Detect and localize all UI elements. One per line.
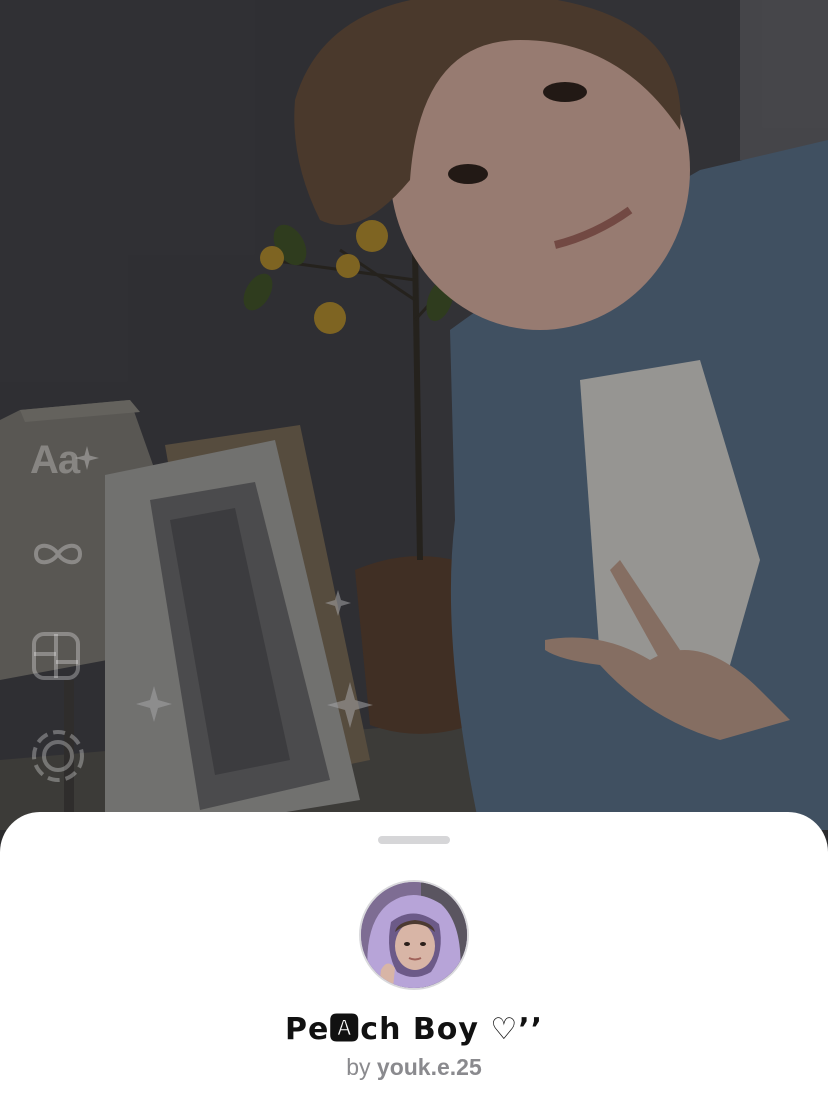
sheet-grabber-handle[interactable]: [378, 836, 450, 844]
avatar-photo: [361, 882, 467, 988]
infinity-icon: [33, 543, 83, 565]
capture-mode-button[interactable]: [30, 726, 110, 786]
scene-dim-overlay: [0, 0, 828, 830]
text-icon: Aa: [30, 437, 80, 482]
dashed-circle-icon: [32, 730, 84, 782]
effect-creator: by youk.e.25: [0, 1054, 828, 1081]
sparkle-icon: [75, 446, 100, 470]
text-tool-button[interactable]: Aa: [30, 430, 110, 490]
creator-handle-link[interactable]: youk.e.25: [377, 1054, 482, 1080]
creator-prefix: by: [346, 1054, 371, 1080]
layout-grid-icon: [32, 632, 80, 680]
effect-info-sheet: Pe🅰ch Boy ♡’’ by youk.e.25: [0, 812, 828, 1104]
creator-avatar[interactable]: [359, 880, 469, 990]
effect-name: Pe🅰ch Boy ♡’’: [284, 1012, 544, 1047]
boomerang-tool-button[interactable]: [30, 524, 110, 584]
layout-tool-button[interactable]: [30, 626, 110, 686]
